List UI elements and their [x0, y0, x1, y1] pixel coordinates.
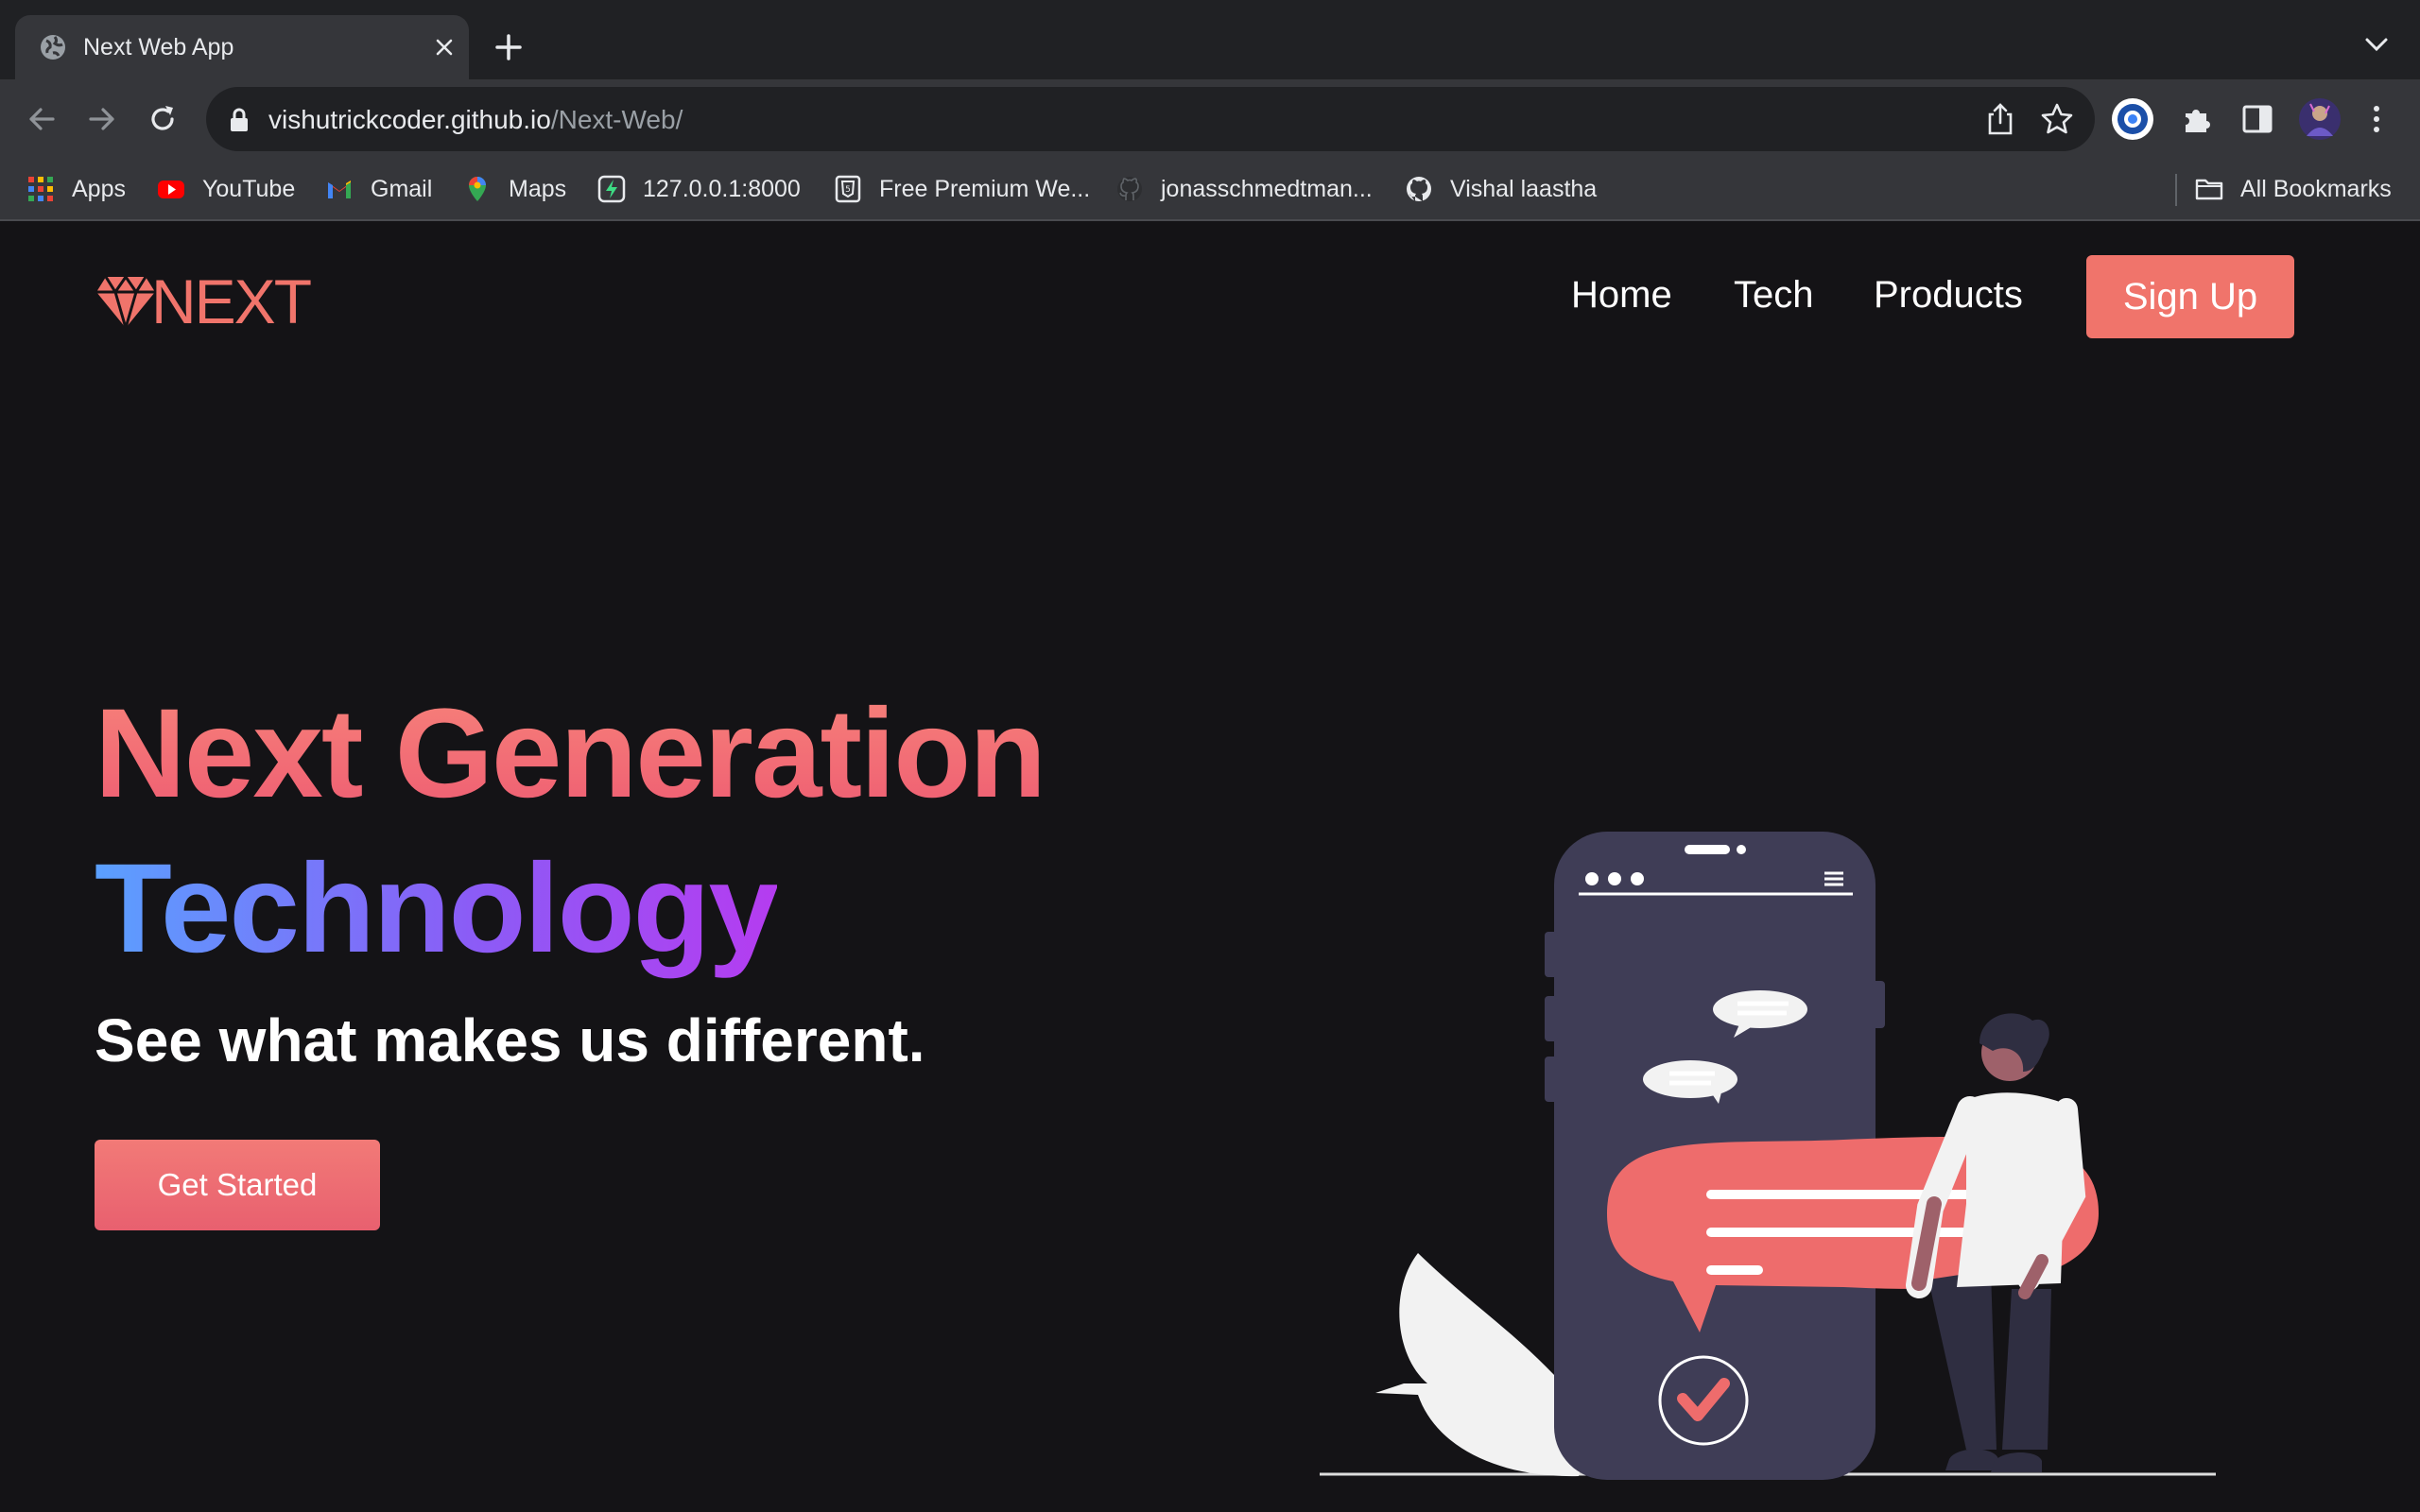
- bookmark-label: Gmail: [371, 175, 433, 202]
- apps-grid-icon: [28, 177, 53, 201]
- bookmark-label: Vishal laastha: [1450, 175, 1598, 202]
- browser-toolbar: vishutrickcoder.github.io/Next-Web/: [0, 79, 2420, 159]
- nav-tech[interactable]: Tech: [1734, 274, 1814, 317]
- bolt-icon: [597, 175, 626, 203]
- extension-circle-icon[interactable]: [2110, 96, 2155, 142]
- gem-icon: [96, 275, 155, 330]
- nav-products[interactable]: Products: [1874, 274, 2023, 317]
- lock-icon[interactable]: [229, 108, 250, 132]
- bookmark-apps[interactable]: Apps: [26, 159, 126, 219]
- all-bookmarks[interactable]: All Bookmarks: [2195, 159, 2392, 219]
- bookmarks-bar: Apps YouTube Gmail Maps 127.0.0.1:8000 5…: [0, 159, 2420, 221]
- bookmark-label: YouTube: [202, 175, 296, 202]
- side-panel-icon[interactable]: [2240, 102, 2274, 136]
- extensions-puzzle-icon[interactable]: [2180, 102, 2214, 136]
- bookmark-vishal[interactable]: Vishal laastha: [1405, 159, 1597, 219]
- profile-avatar[interactable]: [2297, 96, 2342, 142]
- bookmark-maps[interactable]: Maps: [463, 159, 566, 219]
- github-icon: [1407, 177, 1431, 201]
- address-bar[interactable]: vishutrickcoder.github.io/Next-Web/: [206, 87, 2095, 151]
- bookmark-free-premium[interactable]: 5 Free Premium We...: [834, 159, 1090, 219]
- bookmark-star-icon[interactable]: [2040, 102, 2074, 136]
- site-logo[interactable]: NEXT: [95, 266, 312, 336]
- url-host: vishutrickcoder.github.io: [268, 105, 551, 134]
- bookmark-label: 127.0.0.1:8000: [643, 175, 801, 202]
- chevron-down-icon[interactable]: [2363, 36, 2390, 55]
- globe-icon: [41, 35, 65, 60]
- bookmark-youtube[interactable]: YouTube: [157, 159, 295, 219]
- url-path: /Next-Web/: [550, 105, 683, 134]
- share-icon[interactable]: [1985, 102, 2015, 136]
- nav-home[interactable]: Home: [1571, 274, 1672, 317]
- url-text: vishutrickcoder.github.io/Next-Web/: [268, 105, 683, 135]
- all-bookmarks-label: All Bookmarks: [2240, 175, 2392, 202]
- bookmarks-divider: [2175, 174, 2177, 206]
- signup-button[interactable]: Sign Up: [2086, 255, 2294, 338]
- back-icon[interactable]: [25, 102, 59, 136]
- svg-text:5: 5: [845, 185, 851, 195]
- forward-icon[interactable]: [85, 102, 119, 136]
- new-tab-icon[interactable]: [493, 32, 524, 62]
- bookmark-label: Free Premium We...: [879, 175, 1091, 202]
- logo-text: NEXT: [151, 266, 312, 336]
- browser-tab-strip: Next Web App: [0, 0, 2420, 79]
- bookmark-localhost[interactable]: 127.0.0.1:8000: [597, 159, 801, 219]
- tab-title: Next Web App: [83, 34, 234, 60]
- maps-pin-icon: [469, 177, 486, 201]
- youtube-icon: [158, 180, 184, 198]
- browser-tab[interactable]: Next Web App: [15, 15, 469, 79]
- close-tab-icon[interactable]: [433, 36, 456, 59]
- bookmark-gmail[interactable]: Gmail: [325, 159, 432, 219]
- hero-subtitle: See what makes us different.: [95, 1006, 925, 1074]
- hero-title-line2: Technology: [95, 833, 779, 985]
- hero-illustration: [1320, 832, 2216, 1480]
- reload-icon[interactable]: [146, 102, 180, 136]
- more-vert-icon[interactable]: [2363, 102, 2390, 136]
- bookmark-label: jonasschmedtman...: [1161, 175, 1373, 202]
- bookmark-label: Maps: [509, 175, 567, 202]
- get-started-button[interactable]: Get Started: [95, 1140, 380, 1230]
- gmail-icon: [328, 180, 351, 198]
- github-icon: [1117, 177, 1142, 201]
- hero-title-line1: Next Generation: [95, 679, 1046, 830]
- html-badge-icon: 5: [835, 175, 861, 203]
- folder-icon: [2195, 179, 2223, 200]
- page-content: NEXT Home Tech Products Sign Up Next Gen…: [0, 221, 2420, 1512]
- bookmark-label: Apps: [72, 175, 126, 202]
- bookmark-jonas[interactable]: jonasschmedtman...: [1115, 159, 1373, 219]
